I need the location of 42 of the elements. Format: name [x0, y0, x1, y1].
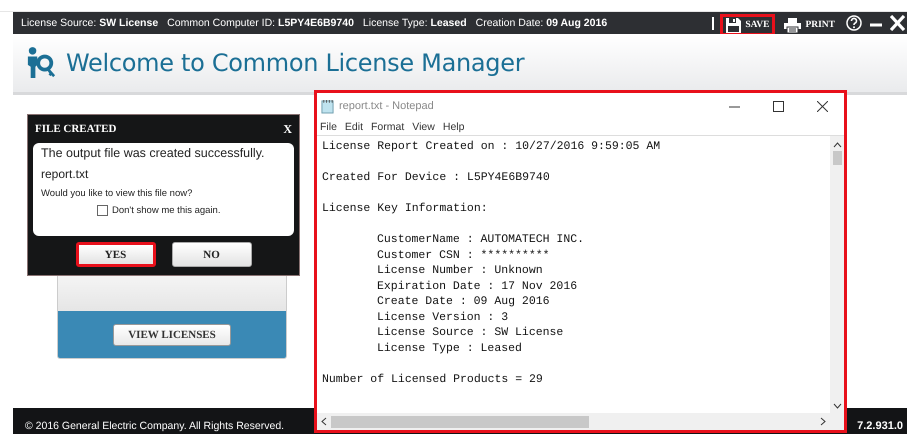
text-line: Create Date : 09 Aug 2016	[377, 294, 551, 310]
notepad-icon	[321, 98, 334, 114]
text-line: License Type : Leased	[377, 340, 523, 356]
info-text: Creation Date: 09 Aug 2016	[476, 17, 608, 29]
info-text: Common Computer ID: L5PY4E6B9740	[167, 17, 354, 29]
text-line: Expiration Date : 17 Nov 2016	[377, 278, 578, 294]
dialog-button[interactable]: YES	[76, 242, 156, 267]
menu-item[interactable]: Help	[442, 121, 464, 133]
dialog-button[interactable]: NO	[172, 242, 252, 267]
question-text: Would you like to view this file now?	[41, 188, 194, 199]
version-text: 7.2.931.0	[857, 420, 903, 432]
text-line: CustomerName : AUTOMATECH INC.	[377, 232, 586, 248]
text-line: License Number : Unknown	[377, 263, 544, 278]
menu-item[interactable]: File	[320, 121, 337, 133]
menu-item[interactable]: Edit	[344, 121, 364, 133]
text-line: License Report Created on : 10/27/2016 9:59:05 AM	[322, 139, 662, 154]
menu-item[interactable]: View	[412, 121, 435, 133]
help-icon[interactable]	[846, 15, 862, 31]
maximize-icon[interactable]	[773, 100, 784, 112]
text-line: Created For Device : L5PY4E6B9740	[322, 170, 551, 186]
dialog-title: FILE CREATED	[35, 123, 116, 135]
checkbox[interactable]	[97, 205, 108, 216]
scroll-thumb[interactable]	[832, 151, 842, 165]
menu-item[interactable]: Format	[371, 121, 404, 133]
text-line: License Source : SW License	[377, 325, 564, 340]
text-line: License Version : 3	[377, 310, 510, 325]
file-name: report.txt	[41, 167, 90, 181]
message-text: The output file was created successfully.	[41, 146, 266, 160]
vertical-scrollbar[interactable]	[830, 136, 844, 413]
window-title: report.txt - Notepad	[339, 100, 435, 112]
close-icon[interactable]	[817, 100, 828, 112]
scroll-thumb[interactable]	[331, 416, 589, 428]
close-button[interactable]: X	[283, 122, 292, 136]
text-line: Customer CSN : **********	[377, 248, 551, 263]
copyright-text: © 2016 General Electric Company. All Rights Reserved.	[25, 420, 284, 432]
view-licenses-button[interactable]: VIEW LICENSES	[113, 324, 231, 346]
info-text: License Source: SW License	[21, 17, 158, 29]
checkbox-label[interactable]: Don't show me this again.	[112, 205, 220, 216]
text-line: Number of Licensed Products = 29	[322, 372, 544, 387]
info-text: License Type: Leased	[362, 17, 467, 29]
app-title: Welcome to Common License Manager	[66, 49, 524, 77]
text-line: License Key Information:	[322, 201, 489, 216]
